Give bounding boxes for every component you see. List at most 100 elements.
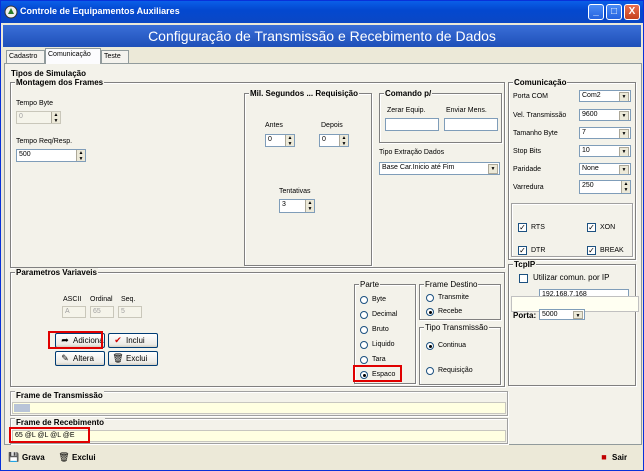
utilizar-ip-checkbox[interactable] xyxy=(519,274,528,283)
stop-label: Stop Bits xyxy=(513,148,542,155)
break-checkbox[interactable]: ✓ xyxy=(587,246,596,255)
tamanho-value: 7 xyxy=(582,129,586,136)
ascii-label: ASCII xyxy=(63,296,82,303)
sair-button[interactable]: ■ Sair xyxy=(595,451,635,466)
chevron-down-icon[interactable]: ▼ xyxy=(619,147,629,156)
highlight-frame-recebimento xyxy=(9,427,90,443)
paridade-value: None xyxy=(582,165,599,172)
tipo-extracao-select[interactable]: Base Car.Inicio até Fim ▼ xyxy=(379,162,500,175)
inclui-button[interactable]: ✔ Inclui xyxy=(108,333,158,348)
exit-icon: ■ xyxy=(601,452,607,462)
chevron-down-icon[interactable]: ▼ xyxy=(619,165,629,174)
requisicao-label: Requisição xyxy=(438,367,473,374)
spin-down-icon[interactable]: ▼ xyxy=(286,141,294,147)
vel-select[interactable]: 9600 ▼ xyxy=(579,109,631,121)
xon-label: XON xyxy=(600,224,616,231)
parte-liquido-label: Liquido xyxy=(372,341,395,348)
parte-liquido-radio[interactable] xyxy=(360,341,368,349)
chevron-down-icon[interactable]: ▼ xyxy=(573,311,583,319)
continua-radio[interactable] xyxy=(426,342,434,350)
paridade-select[interactable]: None ▼ xyxy=(579,163,631,175)
parte-bruto-radio[interactable] xyxy=(360,326,368,334)
parte-tara-label: Tara xyxy=(372,356,386,363)
altera-label: Altera xyxy=(73,354,94,363)
frame-destino-group: Frame Destino Transmite Recebe xyxy=(419,280,501,320)
application-window: Controle de Equipamentos Auxiliares _ □ … xyxy=(0,0,644,471)
tentativas-spinner[interactable]: ▲ ▼ xyxy=(305,200,314,212)
varredura-value: 250 xyxy=(582,182,594,189)
exclui-param-button[interactable]: 🗑 Exclui xyxy=(108,351,158,366)
tamanho-select[interactable]: 7 ▼ xyxy=(579,127,631,139)
tempo-req-label: Tempo Req/Resp. xyxy=(16,138,73,145)
mil-segundos-title: Mil. Segundos ... Requisição xyxy=(249,89,360,98)
transmite-radio[interactable] xyxy=(426,294,434,302)
varredura-spinner[interactable]: ▲ ▼ xyxy=(621,181,630,193)
stop-select[interactable]: 10 ▼ xyxy=(579,145,631,157)
paridade-label: Paridade xyxy=(513,166,542,173)
tempo-req-spinner[interactable]: ▲ ▼ xyxy=(76,150,85,161)
tcpip-group: TcpIP Utilizar comun. por IP 192.168.7.1… xyxy=(508,260,639,386)
grava-label: Grava xyxy=(22,453,45,462)
parte-byte-radio[interactable] xyxy=(360,296,368,304)
tempo-byte-spinner[interactable]: ▲ ▼ xyxy=(51,112,60,123)
chevron-down-icon[interactable]: ▼ xyxy=(619,129,629,138)
exclui-button[interactable]: 🗑 Exclui xyxy=(55,451,101,466)
parte-tara-radio[interactable] xyxy=(360,356,368,364)
handshake-group: ✓ RTS ✓ XON ✓ DTR ✓ BREAK xyxy=(511,203,633,257)
frame-destino-title: Frame Destino xyxy=(424,280,479,289)
zerar-input[interactable] xyxy=(385,118,439,131)
comunicacao-group: Comunicação Porta COM Com2 ▼ Vel. Transm… xyxy=(508,78,636,260)
parte-decimal-radio[interactable] xyxy=(360,311,368,319)
maximize-button[interactable]: □ xyxy=(606,4,622,20)
requisicao-radio[interactable] xyxy=(426,367,434,375)
tab-teste[interactable]: Teste xyxy=(101,50,129,63)
trash-icon: 🗑 xyxy=(112,353,124,363)
recebe-radio[interactable] xyxy=(426,308,434,316)
tempo-byte-label: Tempo Byte xyxy=(16,100,53,107)
tab-comunicacao[interactable]: Comunicação xyxy=(45,48,101,64)
tempo-byte-value: 0 xyxy=(19,113,23,120)
porta-com-select[interactable]: Com2 ▼ xyxy=(579,90,631,102)
chevron-down-icon[interactable]: ▼ xyxy=(488,164,498,174)
tcpip-title: TcpIP xyxy=(513,260,537,269)
minimize-button[interactable]: _ xyxy=(588,4,604,20)
grava-button[interactable]: 💾 Grava xyxy=(5,451,51,466)
ordinal-input[interactable]: 65 xyxy=(90,306,114,318)
porta-value: 5000 xyxy=(542,311,558,318)
spin-down-icon[interactable]: ▼ xyxy=(77,156,85,162)
depois-label: Depois xyxy=(321,122,343,129)
depois-spinner[interactable]: ▲ ▼ xyxy=(339,135,348,146)
xon-checkbox[interactable]: ✓ xyxy=(587,223,596,232)
close-button[interactable]: X xyxy=(624,4,640,20)
spin-down-icon[interactable]: ▼ xyxy=(306,206,314,212)
seq-input[interactable]: 5 xyxy=(118,306,142,318)
frame-transmissao-field[interactable] xyxy=(12,402,506,414)
tab-panel: Tipos de Simulação Montagem dos Frames T… xyxy=(4,63,642,445)
highlight-espaco xyxy=(353,365,402,382)
page-banner: Configuração de Transmissão e Recebiment… xyxy=(3,25,641,47)
porta-input[interactable]: 5000 ▼ xyxy=(539,309,585,320)
parte-bruto-label: Bruto xyxy=(372,326,389,333)
chevron-down-icon[interactable]: ▼ xyxy=(619,111,629,120)
title-bar[interactable]: Controle de Equipamentos Auxiliares _ □ … xyxy=(1,1,643,23)
ascii-input[interactable]: A xyxy=(62,306,86,318)
enviar-input[interactable] xyxy=(444,118,498,131)
tipo-extracao-label: Tipo Extração Dados xyxy=(379,149,445,156)
spin-down-icon[interactable]: ▼ xyxy=(52,118,60,124)
spin-down-icon[interactable]: ▼ xyxy=(622,187,630,193)
varredura-label: Varredura xyxy=(513,184,544,191)
window-title: Controle de Equipamentos Auxiliares xyxy=(20,6,180,16)
comunicacao-title: Comunicação xyxy=(513,78,568,87)
ordinal-label: Ordinal xyxy=(90,296,113,303)
tab-cadastro[interactable]: Cadastro xyxy=(6,50,45,63)
spin-down-icon[interactable]: ▼ xyxy=(340,141,348,147)
rts-label: RTS xyxy=(531,224,545,231)
chevron-down-icon[interactable]: ▼ xyxy=(619,92,629,101)
rts-checkbox[interactable]: ✓ xyxy=(518,223,527,232)
altera-button[interactable]: ✎ Altera xyxy=(55,351,105,366)
frame-transmissao-group: Frame de Transmissão xyxy=(10,391,508,416)
tipos-simulacao-title: Tipos de Simulação xyxy=(10,69,87,78)
dtr-checkbox[interactable]: ✓ xyxy=(518,246,527,255)
break-label: BREAK xyxy=(600,247,624,254)
antes-spinner[interactable]: ▲ ▼ xyxy=(285,135,294,146)
